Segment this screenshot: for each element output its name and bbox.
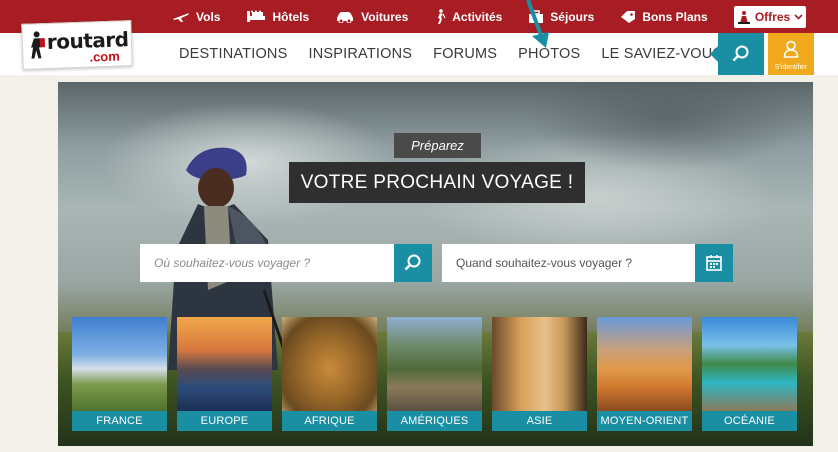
destination-tile-france[interactable]: FRANCE <box>72 317 167 431</box>
offres-label: Offres <box>754 10 791 24</box>
nav-item-inspirations[interactable]: INSPIRATIONS <box>308 46 412 62</box>
destination-label: AMÉRIQUES <box>387 411 482 431</box>
destination-label: MOYEN-ORIENT <box>597 411 692 431</box>
destination-photo <box>597 317 692 411</box>
destination-photo <box>702 317 797 411</box>
top-link-hotels[interactable]: Hôtels <box>246 10 309 24</box>
plane-icon <box>172 11 190 23</box>
hero-headline: VOTRE PROCHAIN VOYAGE ! <box>289 162 585 203</box>
chevron-down-icon <box>794 14 803 20</box>
destination-tile-oceanie[interactable]: OCÉANIE <box>702 317 797 431</box>
top-link-bons-plans[interactable]: Bons Plans <box>620 9 708 24</box>
nav-items: DESTINATIONS INSPIRATIONS FORUMS PHOTOS … <box>179 33 756 75</box>
search-icon <box>404 254 422 272</box>
nav-item-forums[interactable]: FORUMS <box>433 46 497 62</box>
destination-label: OCÉANIE <box>702 411 797 431</box>
calendar-button[interactable] <box>695 244 733 282</box>
destination-label: AFRIQUE <box>282 411 377 431</box>
nav-item-destinations[interactable]: DESTINATIONS <box>179 46 287 62</box>
calendar-icon <box>705 254 723 272</box>
backpacker-icon <box>31 31 46 59</box>
login-label: S'identifier <box>774 64 808 71</box>
top-link-activites[interactable]: Activités <box>434 8 503 25</box>
destination-photo <box>177 317 272 411</box>
destination-tile-ameriques[interactable]: AMÉRIQUES <box>387 317 482 431</box>
destination-photo <box>282 317 377 411</box>
destination-label: ASIE <box>492 411 587 431</box>
offres-dropdown[interactable]: Offres <box>734 6 806 28</box>
destination-photo <box>387 317 482 411</box>
login-button[interactable]: S'identifier <box>768 33 814 75</box>
top-link-label: Bons Plans <box>642 9 708 24</box>
top-link-voitures[interactable]: Voitures <box>335 10 408 24</box>
destination-tile-moyen-orient[interactable]: MOYEN-ORIENT <box>597 317 692 431</box>
destination-placeholder: Où souhaitez-vous voyager ? <box>154 256 311 270</box>
hiker-icon <box>434 8 446 25</box>
destination-label: EUROPE <box>177 411 272 431</box>
annotation-arrow-icon <box>526 0 549 48</box>
top-link-label: Hôtels <box>272 9 310 24</box>
routard-logo[interactable]: routard .com <box>21 20 133 70</box>
destination-tile-afrique[interactable]: AFRIQUE <box>282 317 377 431</box>
user-icon <box>783 40 799 58</box>
date-placeholder: Quand souhaitez-vous voyager ? <box>456 256 633 270</box>
header-search-button[interactable] <box>710 33 764 75</box>
destination-photo <box>72 317 167 411</box>
hiker-icon <box>737 10 751 24</box>
bed-icon <box>246 10 266 23</box>
top-link-vols[interactable]: Vols <box>172 10 220 24</box>
hero-kicker: Préparez <box>394 133 481 158</box>
top-link-label: Vols <box>196 9 221 24</box>
top-link-label: Voitures <box>361 9 409 24</box>
hero-banner: Préparez VOTRE PROCHAIN VOYAGE ! Où souh… <box>58 82 813 446</box>
car-icon <box>335 11 355 23</box>
search-icon <box>732 45 750 63</box>
destination-label: FRANCE <box>72 411 167 431</box>
destination-tile-europe[interactable]: EUROPE <box>177 317 272 431</box>
top-links: Vols Hôtels Voitures Activités Séjours B… <box>172 0 734 33</box>
destination-photo <box>492 317 587 411</box>
destination-tile-asie[interactable]: ASIE <box>492 317 587 431</box>
date-search-input[interactable]: Quand souhaitez-vous voyager ? <box>442 244 733 282</box>
destination-search-input[interactable]: Où souhaitez-vous voyager ? <box>140 244 432 282</box>
tag-icon <box>620 10 636 24</box>
destination-search-button[interactable] <box>394 244 432 282</box>
logo-domain: .com <box>89 48 121 65</box>
top-link-label: Activités <box>452 9 503 24</box>
